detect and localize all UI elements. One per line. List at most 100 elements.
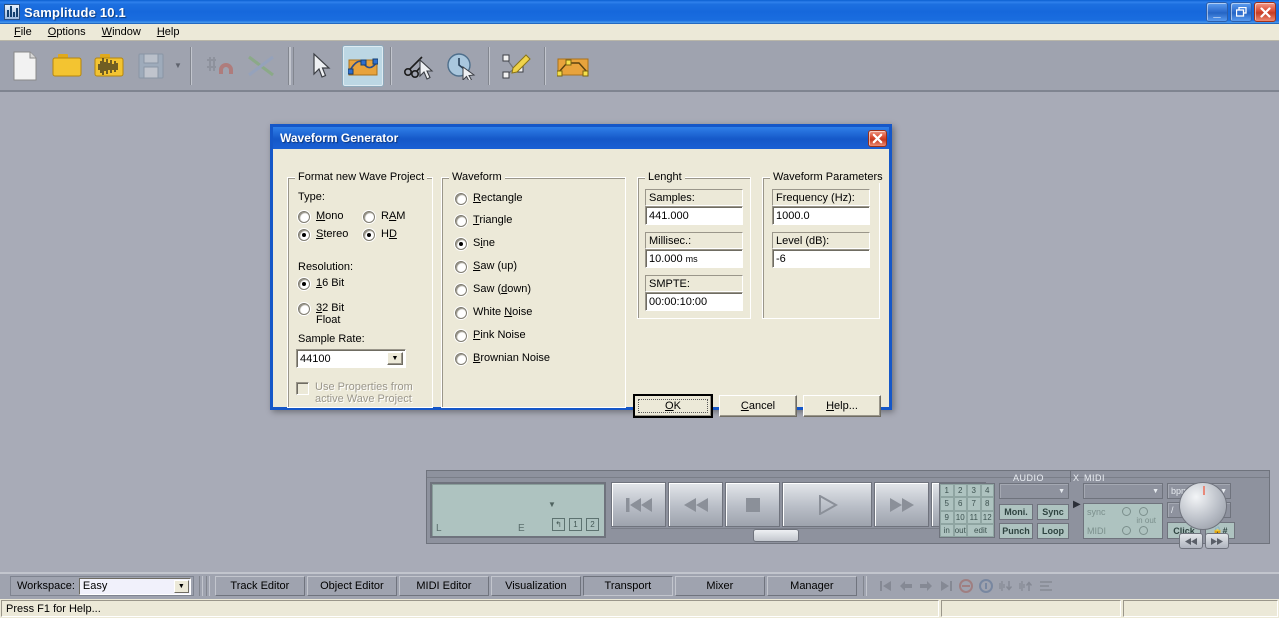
close-button[interactable] — [1254, 2, 1276, 22]
marker-6[interactable]: 6 — [954, 497, 968, 510]
wave-down-icon[interactable] — [998, 578, 1014, 594]
radio-ram[interactable]: RAM — [363, 210, 405, 223]
radio-sine-button[interactable] — [455, 238, 467, 250]
open-wave-icon[interactable] — [88, 45, 130, 87]
save-dropdown-arrow-icon[interactable]: ▼ — [172, 45, 184, 87]
minimize-button[interactable]: _ — [1206, 2, 1228, 22]
menu-options[interactable]: Options — [40, 25, 94, 39]
radio-32bit-float-button[interactable] — [298, 303, 310, 315]
tab-visualization[interactable]: Visualization — [491, 576, 581, 596]
marker-11[interactable]: 11 — [967, 511, 981, 524]
workspace-combobox[interactable]: Easy ▼ — [79, 578, 191, 595]
ok-button[interactable]: OK — [633, 394, 713, 418]
smpte-value[interactable]: 00:00:10:00 — [649, 296, 707, 308]
menu-help[interactable]: Help — [149, 25, 188, 39]
marker-9[interactable]: 9 — [940, 511, 954, 524]
arrow-left-icon[interactable] — [898, 578, 914, 594]
radio-sine[interactable]: Sine — [455, 237, 495, 250]
radio-16bit-button[interactable] — [298, 278, 310, 290]
marker-5[interactable]: 5 — [940, 497, 954, 510]
rewind-to-start-button[interactable] — [611, 482, 666, 527]
radio-pink-noise-button[interactable] — [455, 330, 467, 342]
play-button[interactable] — [782, 482, 872, 527]
radio-pink-noise[interactable]: Pink Noise — [455, 329, 526, 342]
list-icon[interactable] — [1038, 578, 1054, 594]
marker-grid[interactable]: 1 2 3 4 5 6 7 8 9 10 11 12 in out edit — [939, 483, 995, 538]
radio-stereo[interactable]: Stereo — [298, 228, 348, 241]
object-tool-icon[interactable] — [552, 45, 594, 87]
dialog-close-button[interactable] — [868, 130, 887, 147]
stop-button[interactable] — [725, 482, 780, 527]
marker-8[interactable]: 8 — [981, 497, 995, 510]
tab-midi-editor[interactable]: MIDI Editor — [399, 576, 489, 596]
frequency-value[interactable]: 1000.0 — [776, 210, 810, 222]
snap-magnet-icon[interactable] — [198, 45, 240, 87]
jog-forward-button[interactable] — [1205, 533, 1229, 549]
marker-2[interactable]: 2 — [954, 484, 968, 497]
save-icon[interactable] — [130, 45, 172, 87]
marker-4[interactable]: 4 — [981, 484, 995, 497]
tab-transport[interactable]: Transport — [583, 576, 673, 596]
radio-white-noise[interactable]: White Noise — [455, 306, 532, 319]
use-properties-checkbox[interactable]: Use Properties from active Wave Project — [296, 381, 413, 405]
radio-ram-button[interactable] — [363, 211, 375, 223]
marker-edit[interactable]: edit — [967, 524, 994, 537]
marker-out[interactable]: out — [954, 524, 968, 537]
pointer-tool-icon[interactable] — [300, 45, 342, 87]
stretch-tool-icon[interactable] — [440, 45, 482, 87]
midi-close-icon[interactable]: X — [1073, 473, 1080, 483]
rewind-button[interactable] — [668, 482, 723, 527]
transport-lcd-display[interactable]: ▼ ↰ 1 2 L E — [430, 482, 606, 538]
wave-up-icon[interactable] — [1018, 578, 1034, 594]
radio-saw-up-button[interactable] — [455, 261, 467, 273]
curve-tool-icon[interactable] — [342, 45, 384, 87]
level-value[interactable]: -6 — [776, 253, 786, 265]
sync-button[interactable]: Sync — [1037, 504, 1069, 520]
marker-1[interactable]: 1 — [940, 484, 954, 497]
tab-mixer[interactable]: Mixer — [675, 576, 765, 596]
marker-in[interactable]: in — [940, 524, 954, 537]
jog-wheel[interactable] — [1179, 482, 1227, 530]
transport-slider-thumb[interactable] — [753, 529, 799, 542]
radio-stereo-button[interactable] — [298, 229, 310, 241]
crossfade-icon[interactable] — [240, 45, 282, 87]
radio-brownian-noise-button[interactable] — [455, 353, 467, 365]
radio-triangle[interactable]: Triangle — [455, 214, 512, 227]
samples-value[interactable]: 441.000 — [649, 210, 689, 222]
marker-info-icon[interactable] — [978, 578, 994, 594]
radio-mono[interactable]: Mono — [298, 210, 344, 223]
radio-white-noise-button[interactable] — [455, 307, 467, 319]
marker-7[interactable]: 7 — [967, 497, 981, 510]
radio-rectangle[interactable]: Rectangle — [455, 192, 523, 205]
help-button[interactable]: Help... — [803, 395, 881, 417]
cut-tool-icon[interactable] — [398, 45, 440, 87]
tab-track-editor[interactable]: Track Editor — [215, 576, 305, 596]
sample-rate-dropdown-arrow-icon[interactable]: ▼ — [387, 352, 403, 365]
restore-button[interactable] — [1230, 2, 1252, 22]
marker-record-icon[interactable] — [958, 578, 974, 594]
radio-mono-button[interactable] — [298, 211, 310, 223]
fast-forward-button[interactable] — [874, 482, 929, 527]
lcd-loop-icon[interactable]: ↰ — [552, 518, 565, 531]
lcd-marker-1-button[interactable]: 1 — [569, 518, 582, 531]
lcd-dropdown-arrow-icon[interactable]: ▼ — [548, 500, 556, 509]
workspace-dropdown-arrow-icon[interactable]: ▼ — [174, 580, 189, 593]
radio-saw-down-button[interactable] — [455, 284, 467, 296]
arrow-right-icon[interactable] — [918, 578, 934, 594]
radio-saw-down[interactable]: Saw (down) — [455, 283, 531, 296]
millisec-value[interactable]: 10.000 — [649, 253, 683, 265]
marker-12[interactable]: 12 — [981, 511, 995, 524]
marker-3[interactable]: 3 — [967, 484, 981, 497]
midi-device-arrow-icon[interactable]: ▼ — [1152, 488, 1162, 495]
tab-manager[interactable]: Manager — [767, 576, 857, 596]
punch-button[interactable]: Punch — [999, 523, 1033, 539]
radio-saw-up[interactable]: Saw (up) — [455, 260, 517, 273]
cancel-button[interactable]: Cancel — [719, 395, 797, 417]
skip-end-icon[interactable] — [938, 578, 954, 594]
tab-object-editor[interactable]: Object Editor — [307, 576, 397, 596]
open-folder-icon[interactable] — [46, 45, 88, 87]
lcd-marker-2-button[interactable]: 2 — [586, 518, 599, 531]
menu-file[interactable]: FFileile — [6, 25, 40, 39]
radio-32bit-float[interactable]: 32 BitFloat — [298, 302, 344, 326]
radio-rectangle-button[interactable] — [455, 193, 467, 205]
